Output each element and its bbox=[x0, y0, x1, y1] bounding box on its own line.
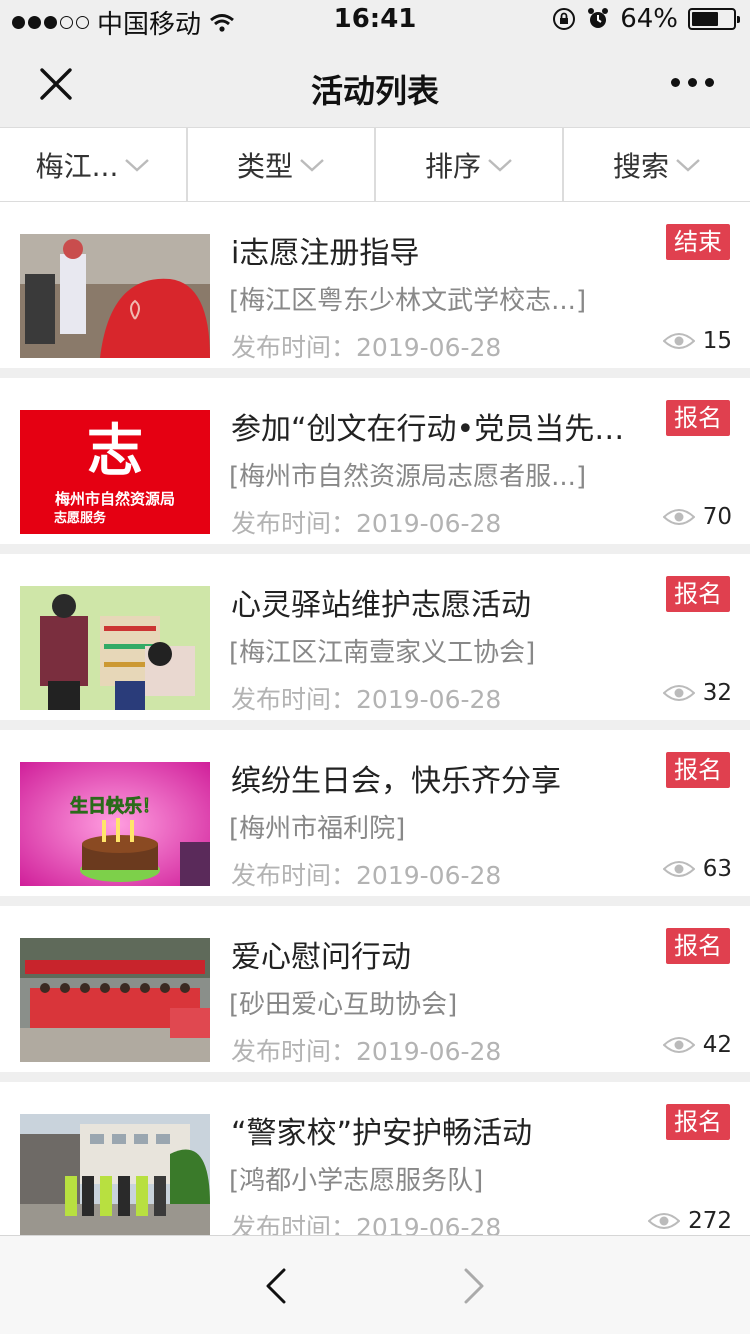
page-title: 活动列表 bbox=[310, 72, 439, 110]
filter-type[interactable]: 类型 bbox=[188, 128, 376, 201]
chevron-right-icon[interactable] bbox=[458, 1266, 490, 1306]
activity-title: 参加“创文在行动•党员当先锋”志愿活动 bbox=[231, 412, 651, 447]
activity-item[interactable]: “警家校”护安护畅活动 [鸿都小学志愿服务队] 发布时间：2019-06-28 … bbox=[0, 1082, 750, 1258]
activity-thumbnail bbox=[20, 586, 210, 710]
activity-organizer: [梅州市自然资源局志愿者服...] bbox=[229, 462, 587, 492]
activity-title: 心灵驿站维护志愿活动 bbox=[231, 588, 531, 623]
filter-bar: 梅江... 类型 排序 搜索 bbox=[0, 128, 750, 202]
activity-item[interactable]: 心灵驿站维护志愿活动 [梅江区江南壹家义工协会] 发布时间：2019-06-28… bbox=[0, 554, 750, 730]
filter-search[interactable]: 搜索 bbox=[564, 128, 750, 201]
bottom-navigation-bar bbox=[0, 1235, 750, 1334]
activity-date: 发布时间：2019-06-28 bbox=[231, 333, 502, 362]
activity-item[interactable]: 志 梅州市自然资源局 志愿服务 参加“创文在行动•党员当先锋”志愿活动 [梅州市… bbox=[0, 378, 750, 554]
activity-item[interactable]: i志愿注册指导 [梅江区粤东少林文武学校志...] 发布时间：2019-06-2… bbox=[0, 202, 750, 378]
activity-organizer: [梅江区江南壹家义工协会] bbox=[229, 638, 536, 668]
activity-thumbnail bbox=[20, 234, 210, 358]
activity-item[interactable]: 爱心慰问行动 [砂田爱心互助协会] 发布时间：2019-06-28 报名 42 bbox=[0, 906, 750, 1082]
activity-list: i志愿注册指导 [梅江区粤东少林文武学校志...] 发布时间：2019-06-2… bbox=[0, 202, 750, 1258]
view-count: 63 bbox=[662, 856, 732, 882]
activity-item[interactable]: 生日快乐！ 缤纷生日会，快乐齐分享 [梅州市福利院] 发布时间：2019-06-… bbox=[0, 730, 750, 906]
activity-date: 发布时间：2019-06-28 bbox=[231, 509, 502, 538]
filter-type-label: 类型 bbox=[236, 149, 293, 183]
activity-organizer: [梅州市福利院] bbox=[229, 814, 406, 844]
status-badge: 报名 bbox=[666, 928, 730, 964]
chevron-down-icon bbox=[125, 158, 150, 172]
status-bar: 中国移动 16:41 64% bbox=[0, 0, 750, 40]
status-badge: 结束 bbox=[666, 224, 730, 260]
activity-title: “警家校”护安护畅活动 bbox=[231, 1116, 533, 1151]
activity-organizer: [砂田爱心互助协会] bbox=[229, 990, 458, 1020]
battery-icon bbox=[688, 8, 740, 30]
status-badge: 报名 bbox=[666, 400, 730, 436]
chevron-down-icon bbox=[488, 158, 512, 172]
filter-region-label: 梅江... bbox=[35, 149, 119, 183]
eye-icon bbox=[662, 861, 695, 877]
eye-icon bbox=[662, 685, 695, 701]
filter-region[interactable]: 梅江... bbox=[0, 128, 188, 201]
rotation-lock-icon bbox=[553, 8, 576, 30]
thumbnail-birthday-text: 生日快乐！ bbox=[70, 795, 160, 817]
view-count: 70 bbox=[662, 504, 732, 530]
eye-icon bbox=[662, 333, 695, 349]
eye-icon bbox=[662, 509, 695, 525]
activity-thumbnail bbox=[20, 1114, 210, 1238]
activity-organizer: [梅江区粤东少林文武学校志...] bbox=[229, 286, 587, 316]
navigation-bar: 活动列表 bbox=[0, 40, 750, 128]
activity-title: 缤纷生日会，快乐齐分享 bbox=[231, 764, 561, 799]
filter-sort[interactable]: 排序 bbox=[376, 128, 564, 201]
thumbnail-logo-char: 志 bbox=[87, 418, 143, 484]
view-count: 32 bbox=[662, 680, 732, 706]
status-badge: 报名 bbox=[666, 752, 730, 788]
chevron-left-icon[interactable] bbox=[260, 1266, 292, 1306]
activity-thumbnail bbox=[20, 938, 210, 1062]
activity-date: 发布时间：2019-06-28 bbox=[231, 861, 502, 890]
status-right: 64% bbox=[552, 4, 740, 34]
status-badge: 报名 bbox=[666, 576, 730, 612]
chevron-down-icon bbox=[300, 158, 324, 172]
filter-search-label: 搜索 bbox=[612, 149, 669, 183]
eye-icon bbox=[648, 1213, 681, 1229]
view-count: 15 bbox=[662, 328, 732, 354]
activity-title: i志愿注册指导 bbox=[231, 236, 420, 271]
battery-percent: 64% bbox=[620, 4, 678, 34]
activity-date: 发布时间：2019-06-28 bbox=[231, 685, 502, 714]
activity-thumbnail: 志 梅州市自然资源局 志愿服务 bbox=[20, 410, 210, 534]
view-count: 42 bbox=[662, 1032, 732, 1058]
status-badge: 报名 bbox=[666, 1104, 730, 1140]
activity-thumbnail: 生日快乐！ bbox=[20, 762, 210, 886]
activity-date: 发布时间：2019-06-28 bbox=[231, 1037, 502, 1066]
thumbnail-org-text: 梅州市自然资源局 bbox=[55, 490, 175, 508]
thumbnail-service-text: 志愿服务 bbox=[54, 510, 107, 526]
chevron-down-icon bbox=[676, 158, 700, 172]
activity-organizer: [鸿都小学志愿服务队] bbox=[229, 1166, 484, 1196]
activity-title: 爱心慰问行动 bbox=[231, 940, 411, 975]
view-count: 272 bbox=[648, 1208, 732, 1234]
alarm-icon bbox=[588, 8, 609, 28]
more-dots-icon[interactable] bbox=[671, 78, 714, 87]
eye-icon bbox=[662, 1037, 695, 1053]
filter-sort-label: 排序 bbox=[424, 149, 481, 183]
